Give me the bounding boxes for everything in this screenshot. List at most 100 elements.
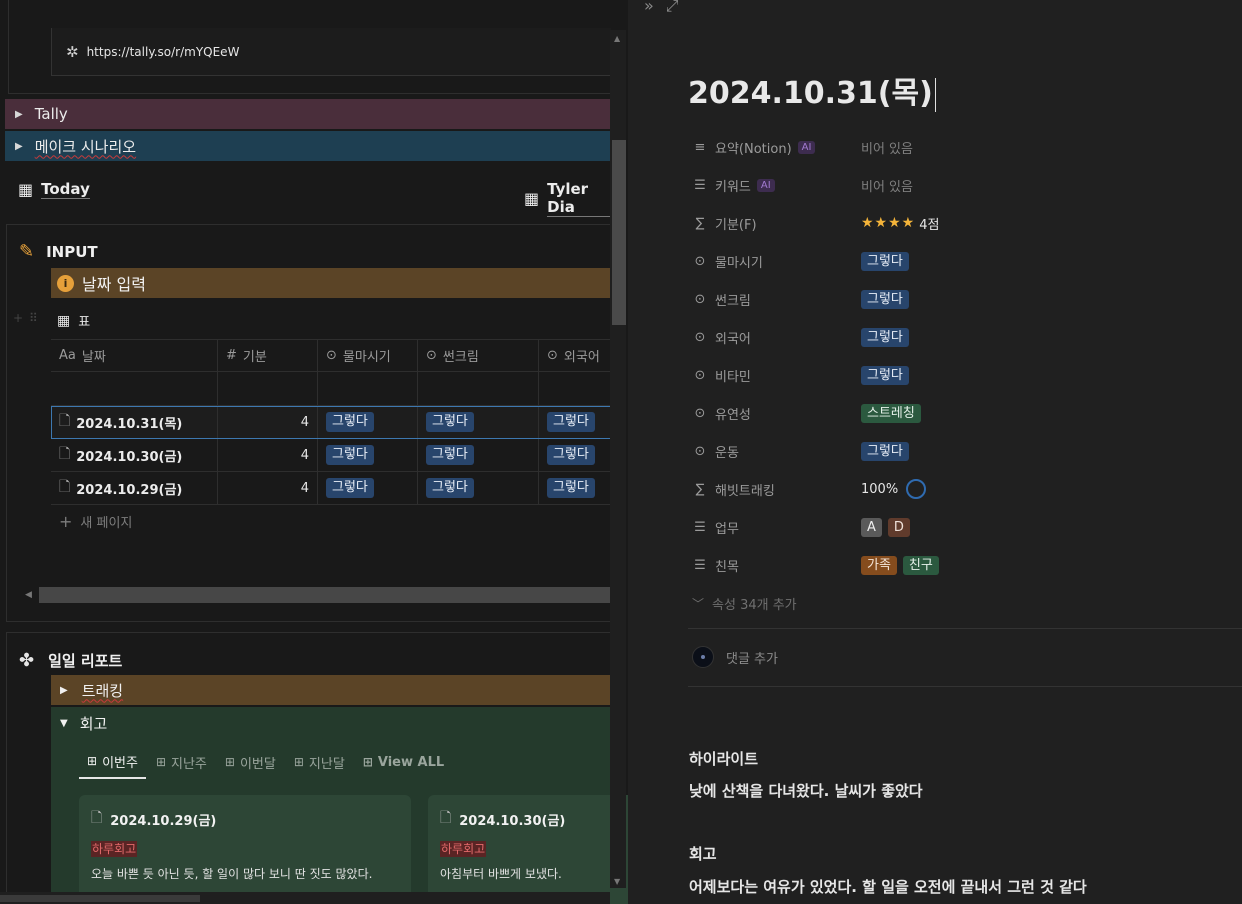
property-flexibility[interactable]: ⊙ 유연성 스트레칭 [692,394,1212,432]
left-panel: ✲ https://tally.so/r/mYQEeW ▶ Tally ▶ 메이… [0,0,628,904]
scroll-left-icon[interactable]: ◀ [25,590,32,600]
paragraph-retro[interactable]: 어제보다는 여유가 있었다. 할 일을 오전에 끝내서 그런 것 같다 [689,876,1087,897]
heading-retro[interactable]: 회고 [689,843,717,864]
scrollbar-thumb[interactable] [612,140,626,325]
property-water[interactable]: ⊙ 물마시기 그렇다 [692,242,1212,280]
table-horizontal-scrollbar[interactable] [39,587,611,603]
toggle-tracking[interactable]: ▶ 트래킹 [51,675,611,705]
tab-last-week[interactable]: ⊞ 지난주 [148,745,215,779]
property-sunscreen[interactable]: ⊙ 썬크림 그렇다 [692,280,1212,318]
mood-cell[interactable]: 4 [218,439,318,471]
column-header-mood[interactable]: # 기분 [218,340,318,371]
vertical-scrollbar[interactable]: ▲ ▼ [610,30,626,888]
property-mood[interactable]: ∑ 기분(F) ★★★★ 4점 [692,204,1212,242]
view-today[interactable]: ▦ Today [18,180,90,199]
chevron-down-icon: ﹀ [692,596,705,611]
divider [688,628,1242,629]
list-icon: ☰ [694,177,706,193]
page-title[interactable]: 2024.10.31(목) [688,68,936,112]
row-name-cell[interactable]: 🗋 2024.10.30(금) [51,439,218,471]
view-tyler-diary[interactable]: ▦ Tyler Dia [524,180,610,217]
toggle-retro[interactable]: ▼ 회고 [60,713,107,734]
row-name-cell[interactable]: 🗋 2024.10.29(금) [51,472,218,504]
property-habit-tracking[interactable]: ∑ 해빗트래킹 100% [692,470,1212,508]
app-window: ✲ https://tally.so/r/mYQEeW ▶ Tally ▶ 메이… [0,0,1242,904]
property-summary[interactable]: ≡ 요약(Notion) AI 비어 있음 [692,128,1212,166]
collapse-panel-icon[interactable]: » [644,0,654,16]
property-social[interactable]: ☰ 친목 가족 친구 [692,546,1212,584]
property-value[interactable]: 비어 있음 [861,176,913,195]
water-cell[interactable]: 그렇다 [318,472,418,504]
table-row[interactable]: 🗋 2024.10.29(금) 4 그렇다 그렇다 그렇다 [51,472,611,505]
number-type-icon: # [226,348,237,363]
column-header-sunscreen[interactable]: ⊙ 썬크림 [418,340,539,371]
toggle-label: Tally [34,105,68,123]
paragraph-highlight[interactable]: 낮에 산책을 다녀왔다. 날씨가 좋았다 [689,780,923,801]
triangle-right-icon[interactable]: ▶ [15,109,23,120]
property-language[interactable]: ⊙ 외국어 그렇다 [692,318,1212,356]
peek-toolbar: » ⤢ [644,0,691,16]
add-comment-input[interactable]: 댓글 추가 [692,646,778,668]
page-icon: 🗋 [440,810,452,826]
multi-select-tag: 친구 [902,555,939,575]
embed-link[interactable]: ✲ https://tally.so/r/mYQEeW [51,28,611,76]
table-row-empty[interactable] [51,372,611,406]
sunscreen-cell[interactable]: 그렇다 [418,439,539,471]
report-title: 일일 리포트 [48,652,123,670]
tab-this-month[interactable]: ⊞ 이번달 [217,745,284,779]
more-properties-button[interactable]: ﹀ 속성 34개 추가 [692,584,1212,622]
callout-text: 날짜 입력 [82,275,146,294]
column-header-date[interactable]: Aa 날짜 [51,340,218,371]
select-tag: 그렇다 [426,412,474,432]
scrollbar-thumb[interactable] [0,895,200,902]
property-value[interactable]: ★★★★ 4점 [861,214,939,233]
tab-last-month[interactable]: ⊞ 지난달 [286,745,353,779]
triangle-down-icon[interactable]: ▼ [60,718,68,729]
drag-handle-icon[interactable]: +⠿ [13,311,44,325]
language-cell[interactable]: 그렇다 [539,439,611,471]
triangle-right-icon[interactable]: ▶ [15,141,23,152]
mood-cell[interactable]: 4 [218,472,318,504]
view-label: Today [41,180,90,199]
language-cell[interactable]: 그렇다 [539,406,611,438]
tab-view-all[interactable]: ⊞ View ALL [355,745,452,779]
tab-this-week[interactable]: ⊞ 이번주 [79,745,146,779]
select-tag: 그렇다 [861,289,909,309]
info-icon: i [57,274,74,292]
mood-cell[interactable]: 4 [218,406,318,438]
property-vitamin[interactable]: ⊙ 비타민 그렇다 [692,356,1212,394]
language-cell[interactable]: 그렇다 [539,472,611,504]
embed-url: https://tally.so/r/mYQEeW [86,44,240,59]
row-name-cell[interactable]: 🗋 2024.10.31(목) [51,406,218,438]
view-label: Tyler Dia [547,180,610,217]
scroll-down-icon[interactable]: ▼ [614,877,620,886]
new-page-button[interactable]: + 새 페이지 [59,512,132,531]
property-value[interactable]: 비어 있음 [861,138,913,157]
gallery-card[interactable]: 🗋 2024.10.30(금) 하루회고 아침부터 바쁘게 보냈다. [428,795,628,904]
table-row[interactable]: 🗋 2024.10.30(금) 4 그렇다 그렇다 그렇다 [51,439,611,472]
gallery-card[interactable]: 🗋 2024.10.29(금) 하루회고 오늘 바쁜 듯 아닌 듯, 할 일이 많… [79,795,411,904]
table-row[interactable]: 🗋 2024.10.31(목) 4 그렇다 그렇다 그렇다 [51,406,611,439]
water-cell[interactable]: 그렇다 [318,439,418,471]
triangle-right-icon[interactable]: ▶ [60,685,68,696]
heading-highlight[interactable]: 하이라이트 [689,748,758,769]
sunscreen-cell[interactable]: 그렇다 [418,472,539,504]
scroll-up-icon[interactable]: ▲ [614,34,620,43]
toggle-tally[interactable]: ▶ Tally [5,99,610,129]
expand-icon[interactable]: ⤢ [666,0,679,16]
table-icon: ▦ [18,180,34,199]
property-keyword[interactable]: ☰ 키워드 AI 비어 있음 [692,166,1212,204]
property-exercise[interactable]: ⊙ 운동 그렇다 [692,432,1212,470]
sunscreen-cell[interactable]: 그렇다 [418,406,539,438]
table-view-label[interactable]: ▦ 표 [57,311,91,331]
input-title: INPUT [46,242,98,261]
gallery-icon: ⊞ [293,755,304,769]
column-header-water[interactable]: ⊙ 물마시기 [318,340,418,371]
property-work[interactable]: ☰ 업무 AD [692,508,1212,546]
table-label: 표 [78,315,91,330]
toggle-make-scenario[interactable]: ▶ 메이크 시나리오 [5,131,610,161]
page-icon: 🗋 [59,446,71,462]
column-header-language[interactable]: ⊙ 외국어 [539,340,611,371]
horizontal-scrollbar[interactable] [0,892,610,904]
water-cell[interactable]: 그렇다 [318,406,418,438]
